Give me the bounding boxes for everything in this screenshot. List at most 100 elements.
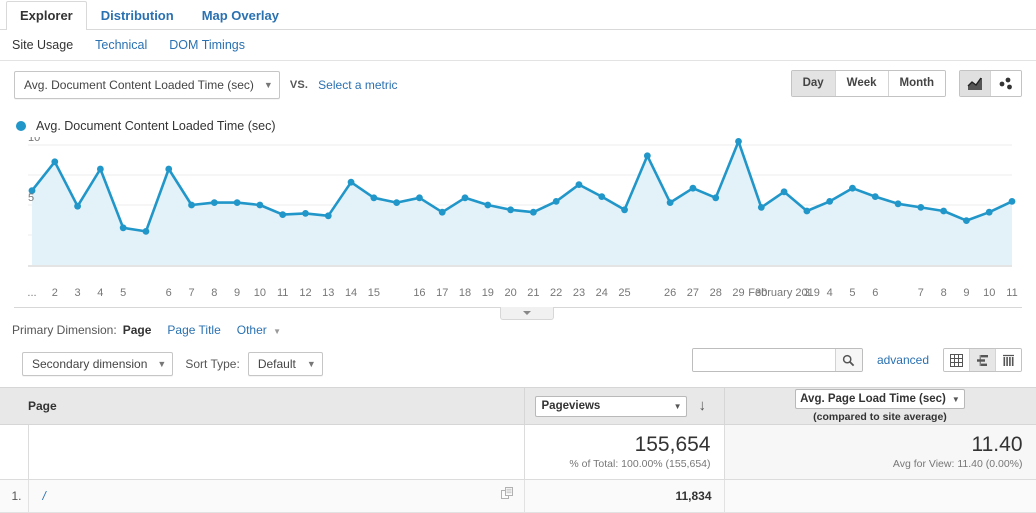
row-page-link[interactable]: /	[43, 489, 46, 503]
chevron-down-icon: ▼	[157, 359, 167, 369]
x-axis-tick-label: 6	[872, 287, 879, 299]
x-axis-tick-label: 29	[732, 287, 745, 299]
comparison-view-icon	[977, 354, 988, 366]
x-axis-tick-label: 3	[74, 287, 81, 299]
open-in-new-window-icon[interactable]	[500, 487, 514, 503]
x-axis-tick-label: 6	[165, 287, 172, 299]
line-chart-icon	[967, 77, 982, 90]
x-axis-tick-label: 5	[849, 287, 856, 299]
chevron-down-icon: ▼	[951, 394, 960, 404]
x-axis-tick-label: 10	[983, 287, 996, 299]
x-axis-tick-label: 15	[367, 287, 380, 299]
granularity-day[interactable]: Day	[791, 71, 836, 96]
analytics-report-page: Explorer Distribution Map Overlay Site U…	[0, 0, 1036, 513]
x-axis-tick-label: 27	[686, 287, 700, 299]
svg-text:5: 5	[28, 192, 34, 204]
chevron-down-icon: ▼	[673, 401, 682, 411]
loadtime-column-label: Avg. Page Load Time (sec)	[800, 393, 946, 405]
metric-column-label: Pageviews	[541, 400, 601, 412]
x-axis-tick-label: 18	[458, 287, 472, 299]
x-axis-tick-label: 7	[188, 287, 195, 299]
granularity-month[interactable]: Month	[888, 71, 945, 96]
totals-pageviews-cell: 155,654 % of Total: 100.00% (155,654)	[524, 424, 725, 480]
granularity-button-group: Day Week Month	[790, 70, 946, 97]
comparison-view-icon-button[interactable]	[970, 349, 996, 371]
table-totals-row: 155,654 % of Total: 100.00% (155,654) 11…	[0, 424, 1036, 480]
subtab-site-usage[interactable]: Site Usage	[12, 38, 73, 52]
table-header-page: Page	[28, 387, 525, 425]
totals-loadtime-cell: 11.40 Avg for View: 11.40 (0.00%)	[724, 424, 1036, 480]
totals-index-cell	[0, 424, 29, 480]
legend-series-label: Avg. Document Content Loaded Time (sec)	[36, 119, 276, 133]
primary-metric-select[interactable]: Avg. Document Content Loaded Time (sec) …	[14, 71, 280, 99]
primary-dimension-page[interactable]: Page	[123, 323, 152, 337]
x-axis-tick-label: 9	[234, 287, 241, 299]
legend-color-dot	[16, 121, 26, 131]
chart-collapse-handle[interactable]	[500, 307, 554, 320]
line-chart-icon-button[interactable]	[960, 71, 991, 96]
chevron-down-icon: ▼	[273, 327, 282, 336]
table-header-index	[0, 387, 28, 425]
totals-pageviews-value: 155,654	[634, 433, 711, 456]
primary-dimension-title: Primary Dimension:	[12, 323, 117, 337]
performance-view-icon-button[interactable]	[996, 349, 1021, 371]
search-box[interactable]	[691, 348, 863, 372]
secondary-dimension-select[interactable]: Secondary dimension ▼	[22, 352, 174, 376]
advanced-link[interactable]: advanced	[877, 353, 929, 367]
compared-to-site-average-note: (compared to site average)	[813, 411, 947, 423]
sort-type-select[interactable]: Default ▼	[247, 352, 323, 376]
x-axis-tick-label: 11	[1006, 287, 1018, 299]
granularity-week[interactable]: Week	[835, 71, 889, 96]
chart-canvas[interactable]: 5 10	[14, 137, 1022, 279]
totals-page-cell	[28, 424, 525, 480]
tab-explorer[interactable]: Explorer	[6, 1, 87, 30]
x-axis-tick-label: 4	[97, 287, 104, 299]
search-input[interactable]	[692, 349, 835, 371]
x-axis-tick-label: 17	[436, 287, 449, 299]
x-axis-tick-label: ...	[27, 287, 37, 299]
view-type-button-group	[943, 348, 1022, 372]
x-axis-tick-label: 8	[211, 287, 218, 299]
motion-chart-icon-button[interactable]	[991, 71, 1021, 96]
table-header-metric: Pageviews ▼ ↓	[524, 387, 725, 425]
table-view-icon-button[interactable]	[944, 349, 970, 371]
subtab-dom-timings[interactable]: DOM Timings	[169, 38, 245, 52]
chart-controls: Day Week Month	[790, 70, 1022, 97]
primary-dimension-page-title[interactable]: Page Title	[167, 323, 220, 337]
x-axis-tick-label: 7	[917, 287, 924, 299]
sort-type-value: Default	[257, 357, 296, 371]
select-a-metric-link[interactable]: Select a metric	[318, 78, 397, 92]
primary-metric-label: Avg. Document Content Loaded Time (sec)	[24, 78, 254, 92]
x-axis-tick-label: 4	[826, 287, 833, 299]
report-tabbar: Explorer Distribution Map Overlay	[0, 0, 1036, 30]
primary-dimension-other-label: Other	[236, 323, 267, 337]
x-axis-tick-label: 14	[344, 287, 358, 299]
x-axis-tick-label: 13	[322, 287, 335, 299]
x-axis-tick-label: 11	[276, 287, 289, 299]
subtab-technical[interactable]: Technical	[95, 38, 147, 52]
search-icon	[843, 354, 855, 366]
timeline-chart[interactable]: 5 10	[14, 137, 1022, 287]
x-axis-tick-label: 5	[120, 287, 127, 299]
report-tabs: Explorer Distribution Map Overlay	[0, 0, 1036, 30]
tab-map-overlay[interactable]: Map Overlay	[188, 1, 293, 30]
table-controls-row: Secondary dimension ▼ Sort Type: Default…	[0, 340, 1036, 379]
search-button[interactable]	[834, 349, 862, 371]
x-axis-tick-label: 25	[618, 287, 631, 299]
table-row[interactable]: 1. / 11,834 49.84%	[0, 479, 1036, 513]
chevron-down-icon	[523, 311, 531, 315]
metric-column-select[interactable]: Pageviews ▼	[534, 395, 687, 417]
chart-x-axis-labels: ... 2 3 4 5 6 7 8 9 10 11 12 13 14 15 16 17 18 19 20 21 22 23 2…	[14, 287, 1022, 305]
x-axis-tick-label: 8	[940, 287, 947, 299]
x-axis-tick-label: 10	[253, 287, 267, 299]
x-axis-tick-label: 26	[664, 287, 677, 299]
x-axis-tick-label: 20	[504, 287, 517, 299]
loadtime-column-select[interactable]: Avg. Page Load Time (sec) ▼	[795, 389, 965, 409]
primary-dimension-other[interactable]: Other ▼	[237, 323, 281, 337]
tab-distribution[interactable]: Distribution	[87, 1, 188, 30]
sort-descending-icon[interactable]: ↓	[699, 398, 707, 413]
chart-type-button-group	[959, 70, 1022, 97]
motion-chart-icon	[999, 77, 1012, 89]
report-subtabs: Site Usage Technical DOM Timings	[0, 30, 1036, 61]
table-header-loadtime: Avg. Page Load Time (sec) ▼ (compared to…	[724, 387, 1036, 425]
